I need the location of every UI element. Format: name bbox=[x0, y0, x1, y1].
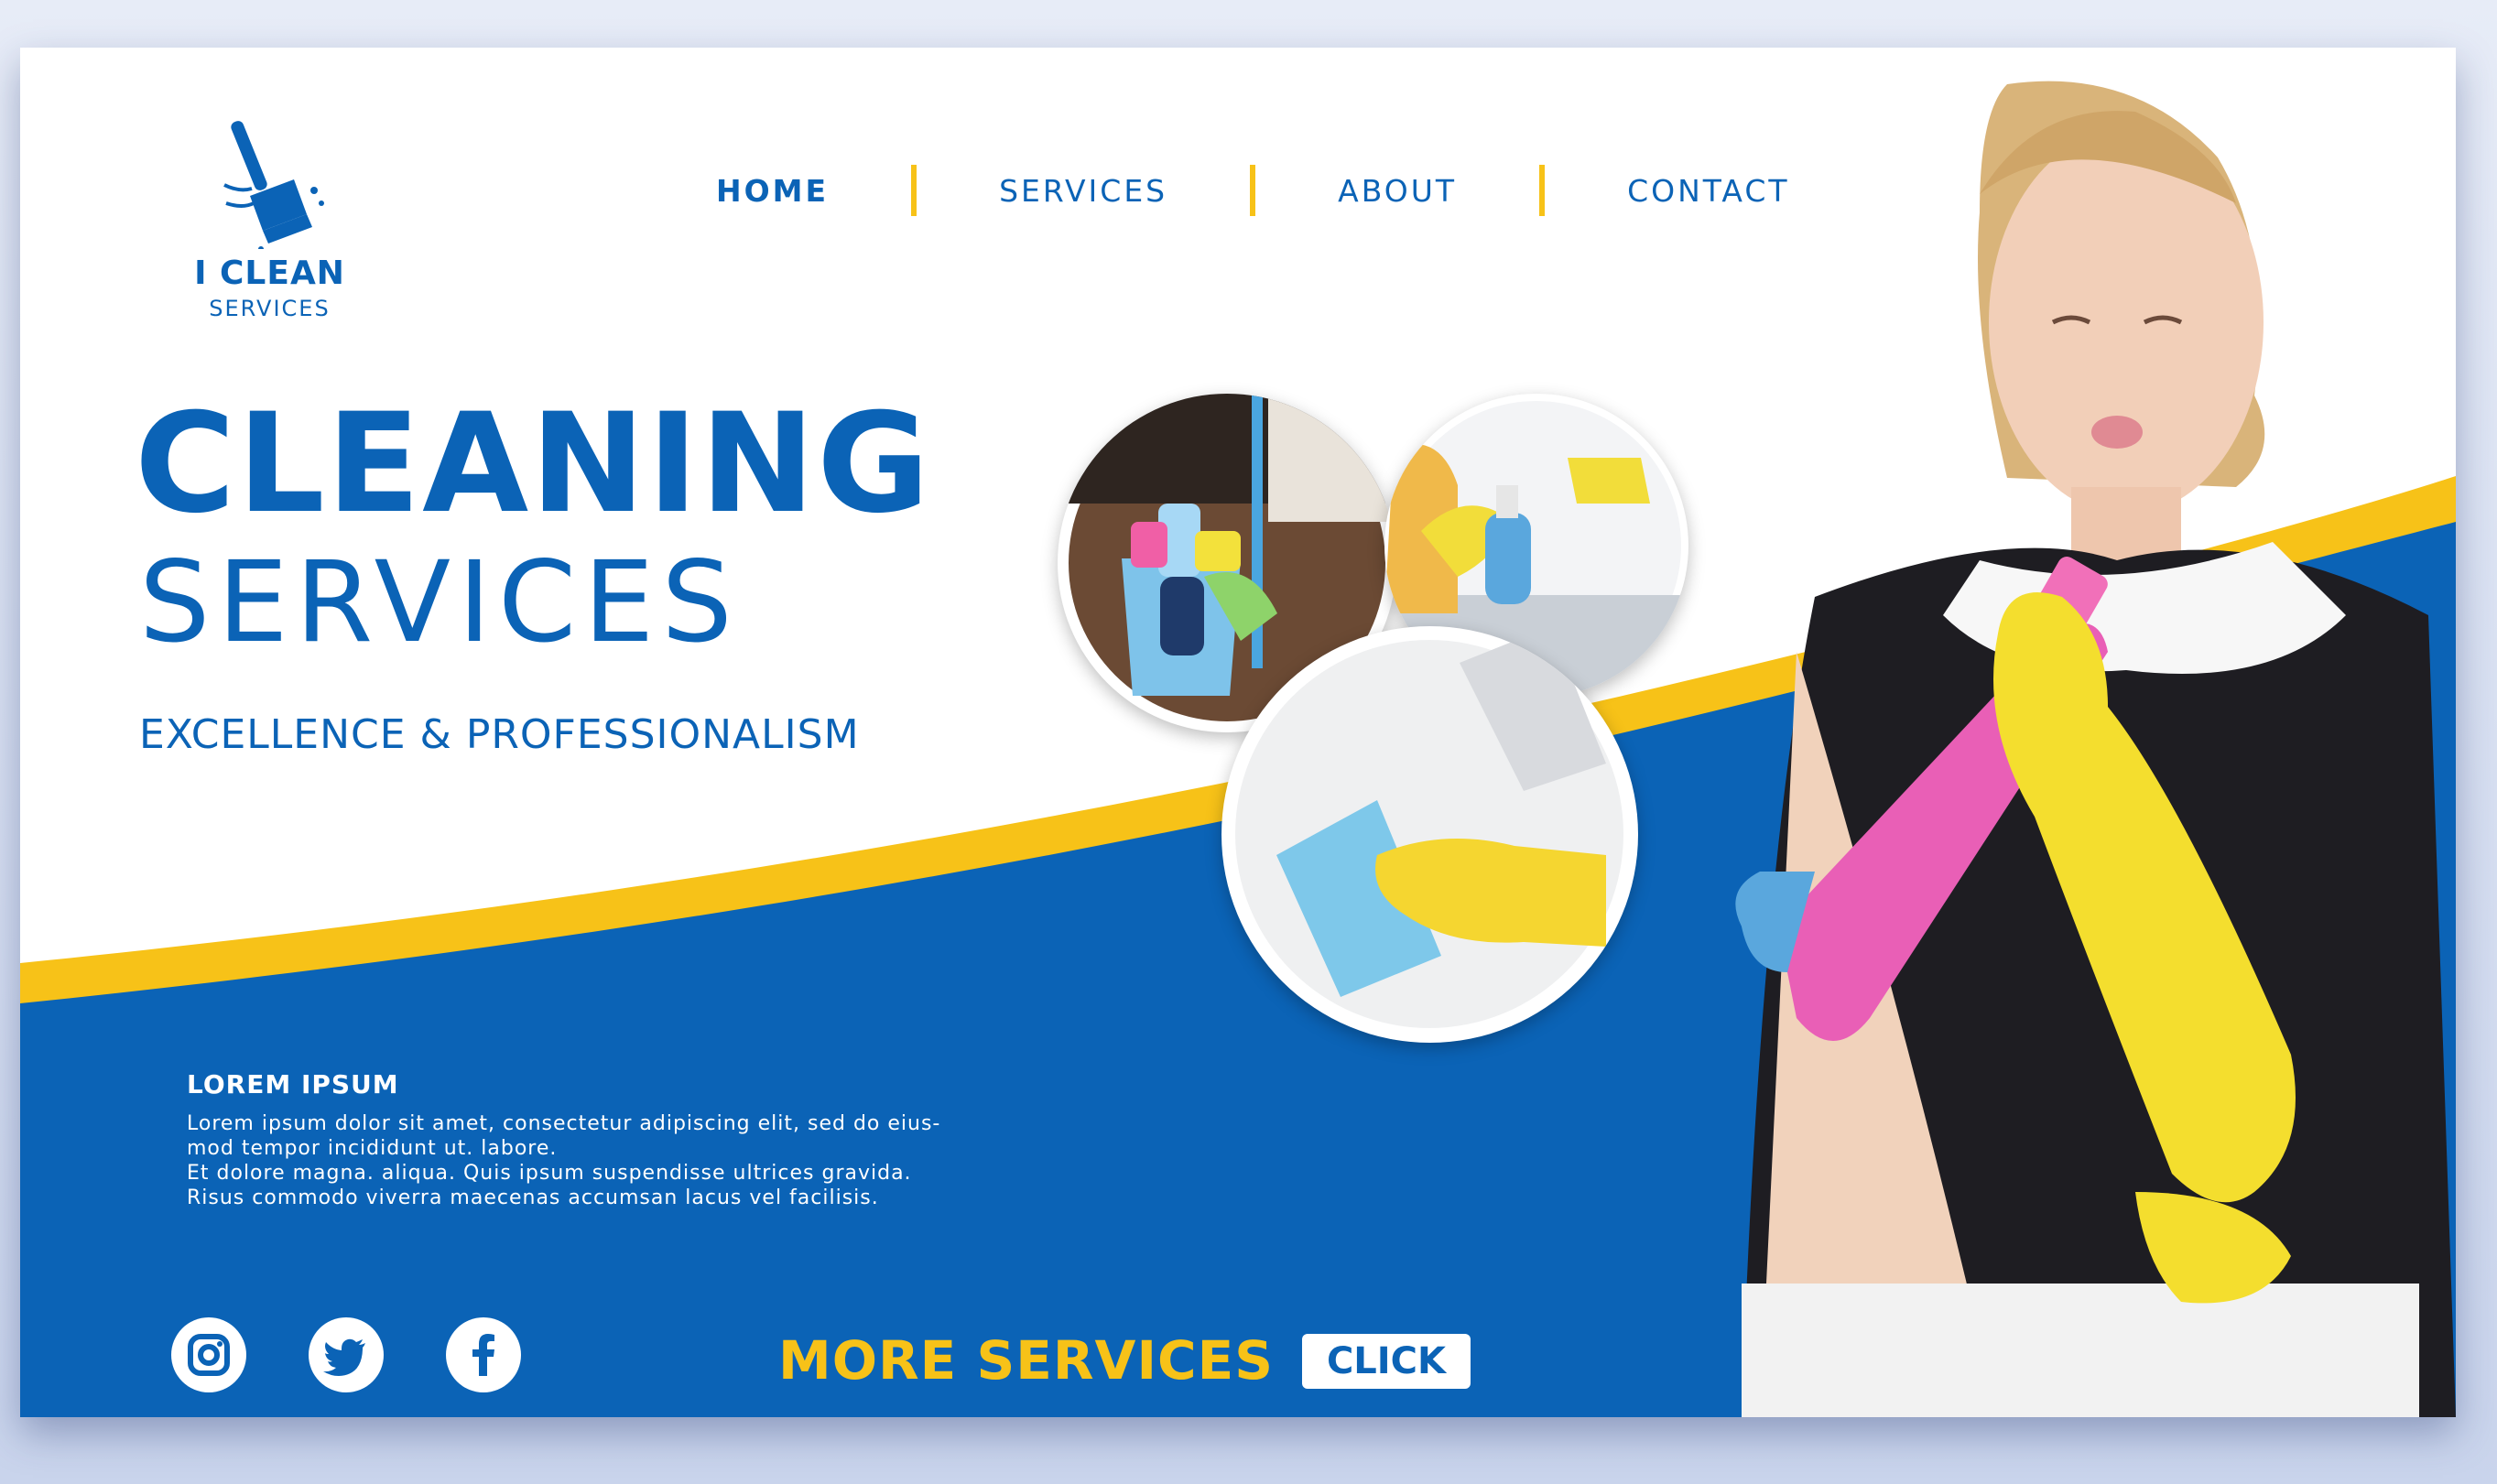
instagram-icon[interactable] bbox=[171, 1317, 246, 1392]
nav-divider bbox=[1539, 165, 1546, 216]
broom-icon bbox=[223, 121, 324, 249]
photo-wiping-cloth bbox=[1221, 626, 1638, 1043]
nav-divider bbox=[911, 165, 917, 216]
hero-title: CLEANING bbox=[135, 385, 932, 544]
info-line: Lorem ipsum dolor sit amet, consectetur … bbox=[187, 1112, 941, 1135]
info-paragraph: Lorem ipsum dolor sit amet, consectetur … bbox=[187, 1111, 1048, 1210]
brand-subtitle: SERVICES bbox=[209, 296, 331, 321]
nav-divider bbox=[1250, 165, 1256, 216]
brand-name: I CLEAN bbox=[194, 255, 345, 292]
brand-logo[interactable]: I CLEAN SERVICES bbox=[171, 112, 368, 321]
info-heading: LOREM IPSUM bbox=[187, 1069, 399, 1099]
main-nav: HOME SERVICES ABOUT CONTACT bbox=[716, 163, 1790, 218]
hero-subtitle: SERVICES bbox=[139, 537, 740, 667]
more-services-label: MORE SERVICES bbox=[778, 1329, 1274, 1392]
hero-tagline: EXCELLENCE & PROFESSIONALISM bbox=[139, 711, 860, 758]
facebook-icon[interactable] bbox=[446, 1317, 521, 1392]
info-line: Et dolore magna. aliqua. Quis ipsum susp… bbox=[187, 1162, 912, 1185]
social-links bbox=[171, 1317, 583, 1392]
nav-about[interactable]: ABOUT bbox=[1338, 173, 1457, 209]
landing-page: I CLEAN SERVICES HOME SERVICES ABOUT CON… bbox=[20, 48, 2456, 1417]
info-line: mod tempor incididunt ut. labore. bbox=[187, 1137, 558, 1160]
nav-home[interactable]: HOME bbox=[716, 173, 829, 209]
nav-services[interactable]: SERVICES bbox=[999, 173, 1167, 209]
info-line: Risus commodo viverra maecenas accumsan … bbox=[187, 1186, 879, 1209]
click-button[interactable]: CLICK bbox=[1302, 1334, 1471, 1389]
cleaner-photo bbox=[1735, 81, 2456, 1417]
twitter-icon[interactable] bbox=[309, 1317, 384, 1392]
